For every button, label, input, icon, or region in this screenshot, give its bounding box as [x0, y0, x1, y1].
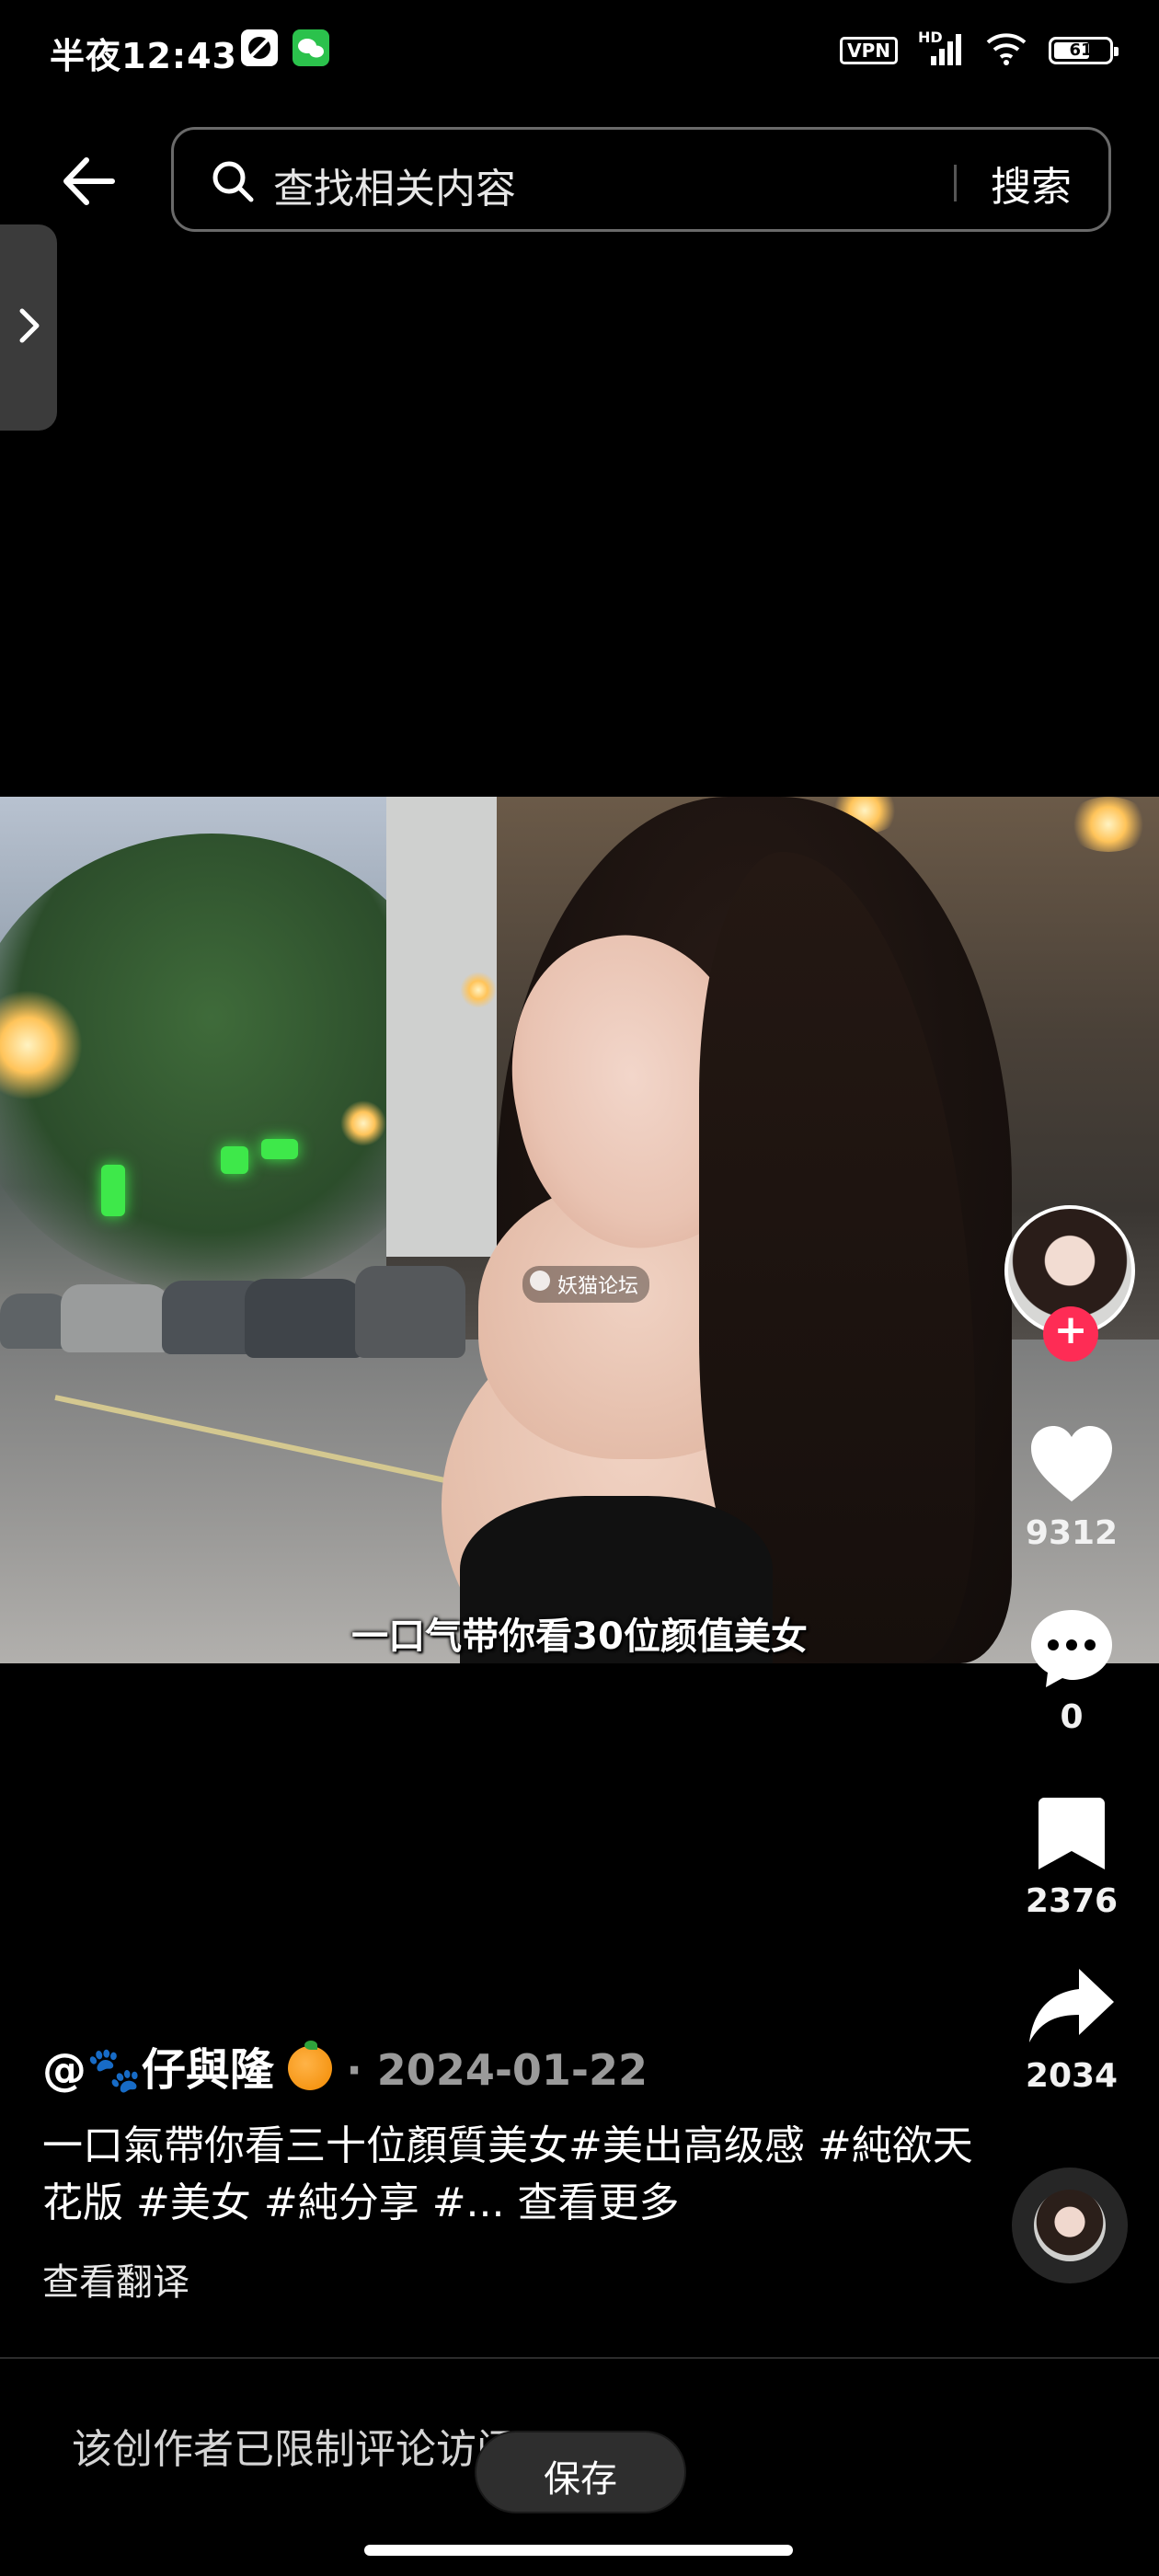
- share-arrow-icon: [1029, 1969, 1114, 2042]
- wechat-icon: [293, 29, 329, 66]
- bookmark-icon: [1039, 1798, 1105, 1869]
- scene-lamp: [460, 972, 497, 1008]
- favorite-count: 2376: [1025, 1882, 1119, 1920]
- scene-neon-sign: [101, 1165, 125, 1216]
- comment-icon: [1031, 1610, 1112, 1687]
- arrow-left-icon: [63, 157, 115, 205]
- scene-car: [355, 1266, 465, 1358]
- scene-neon-sign: [261, 1139, 298, 1159]
- no-disturb-icon: [241, 29, 278, 66]
- home-indicator[interactable]: [364, 2545, 793, 2556]
- chevron-right-icon: [19, 308, 40, 343]
- share-count: 2034: [1025, 2057, 1119, 2095]
- battery-level: 61: [1069, 40, 1093, 60]
- music-cover: [1034, 2190, 1106, 2261]
- video-watermark: 妖猫论坛: [522, 1266, 650, 1303]
- author-line: @🐾仔與隆 · 2024-01-22: [42, 2033, 648, 2098]
- translate-link[interactable]: 查看翻译: [42, 2252, 189, 2306]
- orange-emoji-icon: [288, 2041, 333, 2090]
- post-date: · 2024-01-22: [346, 2045, 648, 2095]
- search-divider: [954, 165, 957, 201]
- music-disc[interactable]: [1012, 2168, 1128, 2283]
- scene-car: [245, 1279, 364, 1358]
- status-time: 半夜12:43: [50, 36, 237, 76]
- search-bar[interactable]: 查找相关内容 搜索: [171, 127, 1111, 232]
- see-more-link[interactable]: 查看更多: [518, 2179, 680, 2226]
- scene-lamp: [340, 1100, 386, 1146]
- comments-divider: [0, 2357, 1159, 2359]
- description-text: 一口氣帶你看三十位顏質美女#美出高级感 #純欲天花版 #美女 #純分享 #...: [42, 2122, 973, 2226]
- back-button[interactable]: [57, 149, 121, 213]
- plus-icon: +: [1053, 1306, 1088, 1353]
- signal-icon: HD: [918, 29, 964, 69]
- comment-restricted-notice: 该创作者已限制评论访问: [72, 2426, 517, 2473]
- search-input[interactable]: 查找相关内容: [273, 155, 516, 214]
- save-toast[interactable]: 保存: [476, 2432, 684, 2512]
- like-button[interactable]: 9312: [1003, 1424, 1141, 1552]
- video-caption: 一口气带你看30位颜值美女: [351, 1616, 808, 1658]
- like-count: 9312: [1025, 1514, 1119, 1552]
- scene-building-white: [386, 797, 497, 1257]
- vpn-icon: VPN: [840, 37, 898, 64]
- comment-button[interactable]: 0: [1003, 1606, 1141, 1736]
- follow-button[interactable]: +: [1043, 1306, 1098, 1362]
- search-button[interactable]: 搜索: [991, 154, 1072, 213]
- post-description: 一口氣帶你看三十位顏質美女#美出高级感 #純欲天花版 #美女 #純分享 #...…: [42, 2118, 981, 2232]
- status-bar: 半夜12:43 VPN HD 61: [0, 0, 1159, 110]
- wifi-icon: [984, 31, 1028, 70]
- scene-car: [61, 1284, 171, 1352]
- search-icon: [212, 161, 254, 202]
- favorite-button[interactable]: 2376: [1003, 1794, 1141, 1920]
- share-button[interactable]: 2034: [1003, 1965, 1141, 2095]
- scene-neon-sign: [221, 1146, 248, 1174]
- heart-icon: [1031, 1426, 1112, 1501]
- side-drawer-tab[interactable]: [0, 224, 57, 431]
- author-name[interactable]: @🐾仔與隆: [42, 2044, 274, 2096]
- scene-lamp: [1067, 797, 1150, 852]
- battery-icon: 61: [1049, 37, 1119, 64]
- comment-count: 0: [1060, 1698, 1084, 1736]
- save-label: 保存: [544, 2458, 617, 2501]
- video-player[interactable]: 妖猫论坛 一口气带你看30位颜值美女: [0, 797, 1159, 1663]
